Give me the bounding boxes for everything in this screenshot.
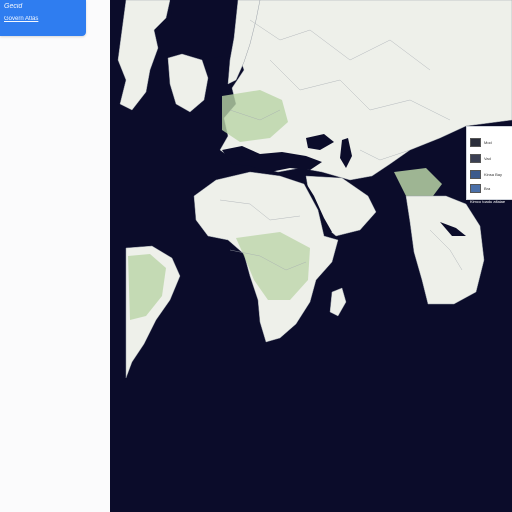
- layer-swatch: [470, 137, 481, 147]
- app-title: Gecid: [4, 3, 23, 10]
- layer-item[interactable]: Bra: [470, 183, 512, 193]
- layer-item[interactable]: Mod: [470, 137, 512, 147]
- map-scale-label: Kimco toadu aflaiae: [470, 199, 506, 204]
- layer-swatch: [470, 169, 481, 179]
- layer-label: Mod: [484, 139, 492, 145]
- layer-label: Vad: [484, 155, 491, 161]
- header-link[interactable]: Govern Atlas: [4, 15, 38, 23]
- layer-label: Bra: [484, 185, 491, 191]
- map-view[interactable]: [110, 0, 512, 512]
- world-map[interactable]: [110, 0, 512, 512]
- layer-swatch: [470, 153, 481, 163]
- sidebar-panel: Gecid Govern Atlas: [0, 0, 111, 512]
- layer-swatch: [470, 183, 481, 193]
- layer-label: Kinsa Bay: [484, 171, 503, 177]
- sidebar-header-card[interactable]: Gecid Govern Atlas: [0, 0, 86, 36]
- layer-item[interactable]: Kinsa Bay: [470, 169, 512, 179]
- layer-legend-panel[interactable]: Mod Vad Kinsa Bay Bra: [466, 126, 512, 200]
- layer-item[interactable]: Vad: [470, 153, 512, 163]
